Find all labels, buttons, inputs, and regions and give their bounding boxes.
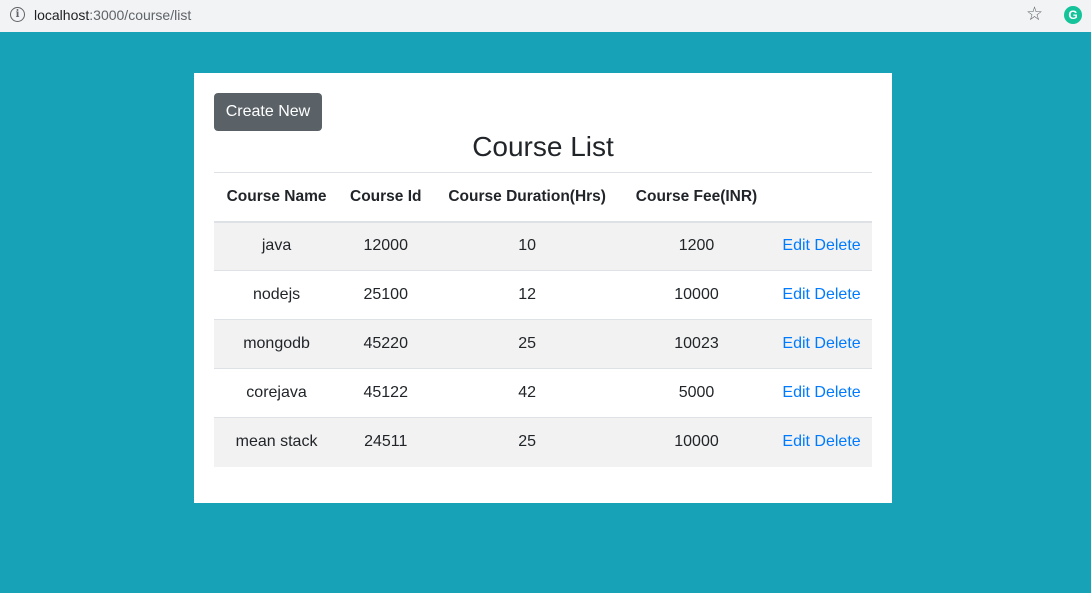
header-course-name: Course Name	[226, 187, 327, 205]
table-row: mongodb 45220 25 10023 Edit Delete	[214, 319, 872, 369]
cell-course-id: 24511	[364, 433, 408, 451]
edit-link[interactable]: Edit	[782, 335, 810, 352]
cell-course-name: mean stack	[235, 433, 318, 451]
table-row: corejava 45122 42 5000 Edit Delete	[214, 368, 872, 418]
cell-course-fee: 10023	[674, 335, 719, 352]
url-host: localhost	[34, 7, 90, 23]
delete-link[interactable]: Delete	[814, 286, 860, 303]
cell-actions: Edit Delete	[771, 222, 872, 271]
edit-link[interactable]: Edit	[782, 433, 810, 450]
cell-actions: Edit Delete	[771, 320, 872, 369]
url-path: :3000/course/list	[89, 7, 192, 23]
header-actions	[771, 173, 872, 222]
delete-link[interactable]: Delete	[814, 384, 860, 401]
page-title: Course List	[472, 131, 614, 162]
info-icon[interactable]: i	[10, 7, 25, 22]
cell-course-id: 45220	[363, 335, 408, 352]
cell-course-fee: 1200	[678, 237, 715, 255]
grammarly-icon[interactable]: G	[1064, 6, 1082, 24]
edit-link[interactable]: Edit	[782, 237, 810, 254]
star-icon[interactable]: ☆	[1026, 4, 1043, 26]
cell-course-duration: 42	[518, 384, 537, 401]
table-row: java 12000 10 1200 Edit Delete	[214, 221, 872, 271]
cell-actions: Edit Delete	[771, 369, 872, 418]
cell-course-id: 25100	[363, 286, 408, 303]
cell-course-id: 12000	[363, 237, 408, 255]
edit-link[interactable]: Edit	[782, 286, 810, 303]
delete-link[interactable]: Delete	[814, 237, 860, 254]
cell-course-fee: 10000	[674, 433, 719, 451]
course-list-card: Create New Course List Course Name Cours…	[194, 73, 892, 503]
url-field[interactable]: localhost:3000/course/list	[34, 7, 191, 23]
create-new-button[interactable]: Create New	[214, 93, 322, 131]
cell-course-duration: 25	[518, 433, 537, 451]
cell-course-name: corejava	[246, 384, 307, 401]
header-course-id: Course Id	[350, 187, 422, 205]
cell-course-name: mongodb	[243, 335, 310, 352]
cell-course-fee: 5000	[678, 384, 715, 401]
cell-course-duration: 12	[518, 286, 537, 303]
cell-course-id: 45122	[363, 384, 408, 401]
cell-course-duration: 10	[518, 237, 537, 255]
table-row: nodejs 25100 12 10000 Edit Delete	[214, 270, 872, 320]
table-header-row: Course Name Course Id Course Duration(Hr…	[214, 172, 872, 222]
table-row: mean stack 24511 25 10000 Edit Delete	[214, 417, 872, 467]
cell-actions: Edit Delete	[771, 271, 872, 320]
course-table: Course Name Course Id Course Duration(Hr…	[214, 172, 872, 467]
cell-course-duration: 25	[518, 335, 537, 352]
header-course-duration: Course Duration(Hrs)	[448, 187, 606, 205]
cell-course-fee: 10000	[674, 286, 719, 303]
delete-link[interactable]: Delete	[814, 433, 860, 450]
cell-actions: Edit Delete	[771, 418, 872, 467]
browser-address-bar: i localhost:3000/course/list ☆ G	[0, 0, 1091, 32]
cell-course-name: nodejs	[252, 286, 301, 303]
delete-link[interactable]: Delete	[814, 335, 860, 352]
edit-link[interactable]: Edit	[782, 384, 810, 401]
header-course-fee: Course Fee(INR)	[635, 187, 758, 205]
cell-course-name: java	[261, 237, 292, 255]
